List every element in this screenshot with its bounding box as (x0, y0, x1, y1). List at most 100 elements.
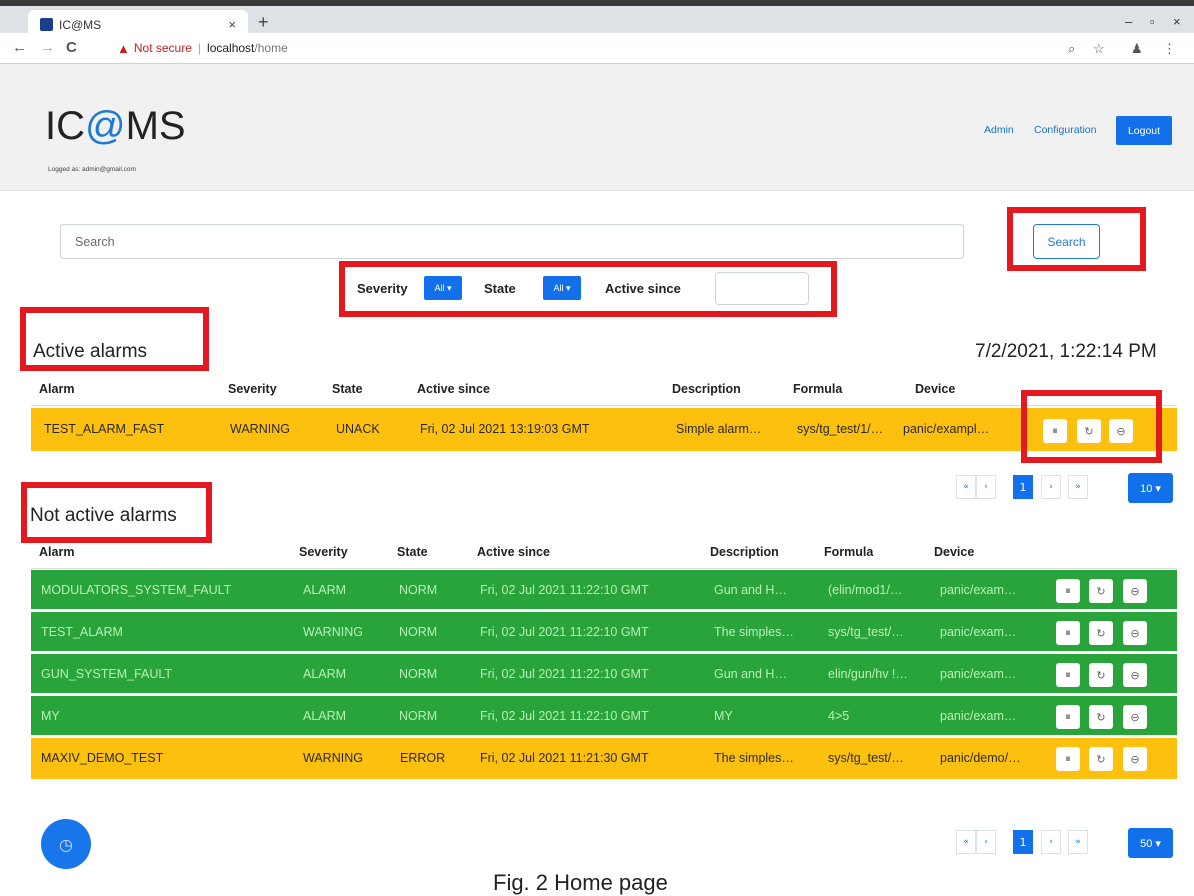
reset-icon[interactable]: ↻ (1089, 621, 1113, 645)
col-active-since[interactable]: Active since (417, 382, 490, 396)
reset-icon[interactable]: ↻ (1089, 663, 1113, 687)
table-row[interactable]: MY ALARM NORM Fri, 02 Jul 2021 11:22:10 … (31, 696, 1177, 738)
alarm-name: MODULATORS_SYSTEM_FAULT (41, 583, 232, 597)
pagination-page-1[interactable]: 1 (1013, 830, 1033, 854)
new-tab-icon[interactable]: + (258, 12, 269, 33)
disable-icon[interactable]: ⊖ (1123, 747, 1147, 771)
state-filter-dropdown[interactable]: All ▾ (543, 276, 581, 300)
reset-icon[interactable]: ↻ (1089, 747, 1113, 771)
table-row[interactable]: TEST_ALARM WARNING NORM Fri, 02 Jul 2021… (31, 612, 1177, 654)
disable-icon[interactable]: ⊖ (1123, 621, 1147, 645)
zoom-icon[interactable]: ⌕ (1068, 41, 1075, 57)
window-close-icon[interactable]: × (1173, 14, 1181, 29)
alarm-severity: ALARM (303, 667, 347, 681)
col-description[interactable]: Description (710, 545, 779, 559)
history-icon[interactable]: ◷ (41, 819, 91, 869)
disable-icon[interactable]: ⊖ (1123, 705, 1147, 729)
alarm-device: panic/exam… (940, 583, 1017, 597)
pagination-first[interactable]: « (956, 830, 976, 854)
disable-icon[interactable]: ⊖ (1123, 663, 1147, 687)
profile-icon[interactable]: ♟ (1131, 41, 1143, 57)
tab-close-icon[interactable]: × (228, 17, 236, 32)
pagination-prev[interactable]: ‹ (976, 475, 996, 499)
pagination-next[interactable]: › (1041, 475, 1061, 499)
shelve-icon[interactable]: ⏸ (1056, 705, 1080, 729)
state-filter-label: State (484, 281, 516, 296)
reset-icon[interactable]: ↻ (1089, 705, 1113, 729)
col-state[interactable]: State (332, 382, 363, 396)
col-device[interactable]: Device (934, 545, 974, 559)
logout-button[interactable]: Logout (1116, 116, 1172, 145)
search-input[interactable] (60, 224, 964, 259)
col-device[interactable]: Device (915, 382, 955, 396)
bookmark-star-icon[interactable]: ☆ (1093, 41, 1105, 57)
maximize-icon[interactable]: ▫ (1150, 14, 1155, 29)
col-alarm[interactable]: Alarm (39, 382, 74, 396)
pagination-prev[interactable]: ‹ (976, 830, 996, 854)
active-since-filter-label: Active since (605, 281, 681, 296)
pagination-next[interactable]: › (1041, 830, 1061, 854)
configuration-link[interactable]: Configuration (1034, 124, 1096, 136)
table-row[interactable]: GUN_SYSTEM_FAULT ALARM NORM Fri, 02 Jul … (31, 654, 1177, 696)
alarm-formula: sys/tg_test/… (828, 625, 904, 639)
active-since-input[interactable] (715, 272, 809, 305)
url-host: localhost (207, 41, 255, 55)
col-severity[interactable]: Severity (228, 382, 277, 396)
alarm-device: panic/demo/… (940, 751, 1021, 765)
alarm-formula: elin/gun/hv !… (828, 667, 908, 681)
col-description[interactable]: Description (672, 382, 741, 396)
pagination-last[interactable]: » (1068, 475, 1088, 499)
col-formula[interactable]: Formula (793, 382, 842, 396)
back-icon[interactable]: ← (12, 39, 27, 56)
shelve-icon[interactable]: ⏸ (1043, 419, 1067, 443)
per-page-dropdown[interactable]: 10 ▾ (1128, 473, 1173, 503)
per-page-dropdown[interactable]: 50 ▾ (1128, 828, 1173, 858)
table-row[interactable]: MAXIV_DEMO_TEST WARNING ERROR Fri, 02 Ju… (31, 738, 1177, 782)
disable-icon[interactable]: ⊖ (1123, 579, 1147, 603)
search-button[interactable]: Search (1033, 224, 1100, 259)
alarm-description: The simples… (714, 751, 794, 765)
table-row[interactable]: MODULATORS_SYSTEM_FAULT ALARM NORM Fri, … (31, 570, 1177, 612)
shelve-icon[interactable]: ⏸ (1056, 621, 1080, 645)
url-path: /home (254, 41, 288, 55)
col-active-since[interactable]: Active since (477, 545, 550, 559)
not-active-alarms-title: Not active alarms (30, 505, 177, 526)
shelve-icon[interactable]: ⏸ (1056, 579, 1080, 603)
col-formula[interactable]: Formula (824, 545, 873, 559)
reset-icon[interactable]: ↻ (1089, 579, 1113, 603)
alarm-state: UNACK (336, 422, 380, 436)
not-secure-label: Not secure (133, 41, 192, 55)
alarm-state: NORM (399, 625, 438, 639)
col-severity[interactable]: Severity (299, 545, 348, 559)
reset-icon[interactable]: ↻ (1077, 419, 1101, 443)
col-state[interactable]: State (397, 545, 428, 559)
alarm-active-since: Fri, 02 Jul 2021 11:22:10 GMT (480, 625, 649, 639)
col-alarm[interactable]: Alarm (39, 545, 74, 559)
table-row[interactable]: TEST_ALARM_FAST WARNING UNACK Fri, 02 Ju… (31, 408, 1177, 454)
disable-icon[interactable]: ⊖ (1109, 419, 1133, 443)
shelve-icon[interactable]: ⏸ (1056, 747, 1080, 771)
pagination-first[interactable]: « (956, 475, 976, 499)
warning-icon: ▲ (117, 40, 130, 56)
figure-caption: Fig. 2 Home page (493, 870, 668, 895)
pagination-last[interactable]: » (1068, 830, 1088, 854)
app-logo: IC@MS (45, 104, 186, 149)
shelve-icon[interactable]: ⏸ (1056, 663, 1080, 687)
severity-filter-dropdown[interactable]: All ▾ (424, 276, 462, 300)
reload-icon[interactable]: C (66, 39, 77, 56)
address-bar: ← → C ▲ Not secure | localhost/home ⌕ ☆ … (0, 33, 1194, 64)
alarm-description: MY (714, 709, 733, 723)
alarm-name: GUN_SYSTEM_FAULT (41, 667, 173, 681)
pagination-page-1[interactable]: 1 (1013, 475, 1033, 499)
admin-link[interactable]: Admin (984, 124, 1014, 136)
alarm-state: NORM (399, 583, 438, 597)
alarm-severity: WARNING (303, 625, 363, 639)
url-field[interactable]: ▲ Not secure | localhost/home (117, 37, 1037, 59)
current-timestamp: 7/2/2021, 1:22:14 PM (975, 341, 1157, 362)
minimize-icon[interactable]: – (1125, 14, 1132, 29)
alarm-name: TEST_ALARM_FAST (44, 422, 165, 436)
alarm-active-since: Fri, 02 Jul 2021 11:21:30 GMT (480, 751, 649, 765)
browser-menu-icon[interactable]: ⋮ (1163, 41, 1176, 57)
forward-icon[interactable]: → (40, 39, 55, 56)
logo-ic: IC (45, 104, 85, 148)
